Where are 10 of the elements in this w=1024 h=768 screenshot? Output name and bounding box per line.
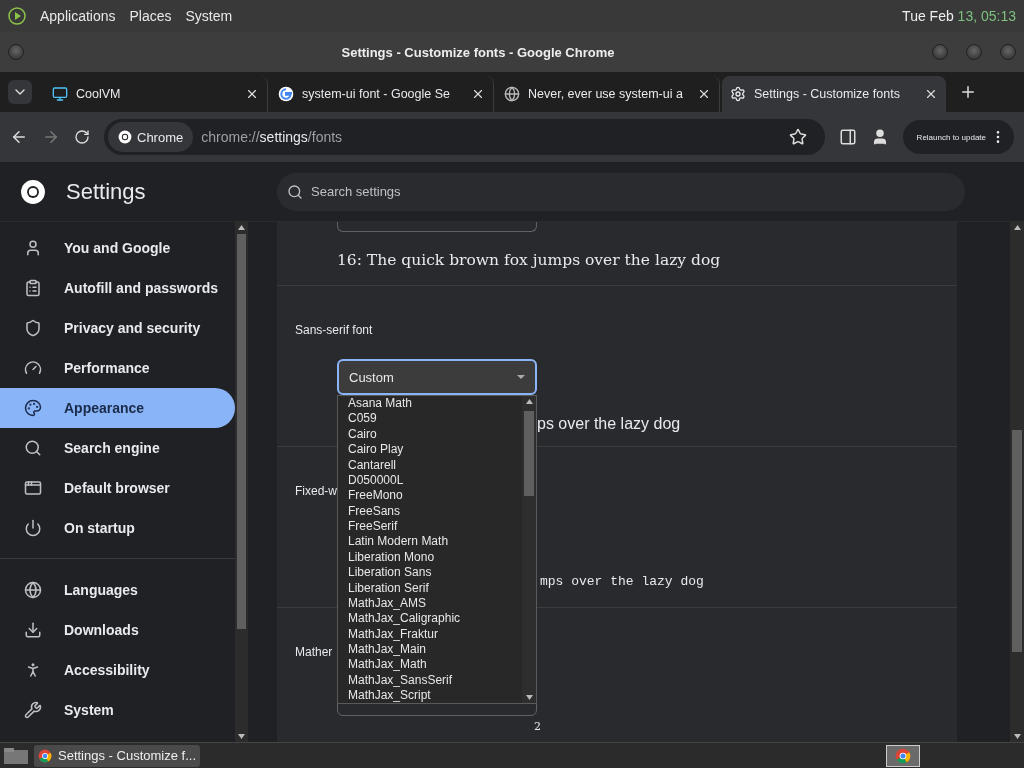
setting-label: Mather xyxy=(295,644,333,660)
font-sample: mps over the lazy dog xyxy=(540,574,705,590)
window-title: Settings - Customize fonts - Google Chrome xyxy=(340,44,616,60)
font-sample: ps over the lazy dog xyxy=(537,414,682,434)
font-sample: 16: The quick brown fox jumps over the lazy dog xyxy=(337,250,722,270)
settings-title: Settings xyxy=(66,178,146,205)
setting-label: Sans-serif font xyxy=(295,322,373,338)
font-sample: 2 xyxy=(534,720,542,733)
setting-label: Fixed-w xyxy=(295,483,337,499)
url-text: chrome://settings/fonts xyxy=(201,129,343,145)
